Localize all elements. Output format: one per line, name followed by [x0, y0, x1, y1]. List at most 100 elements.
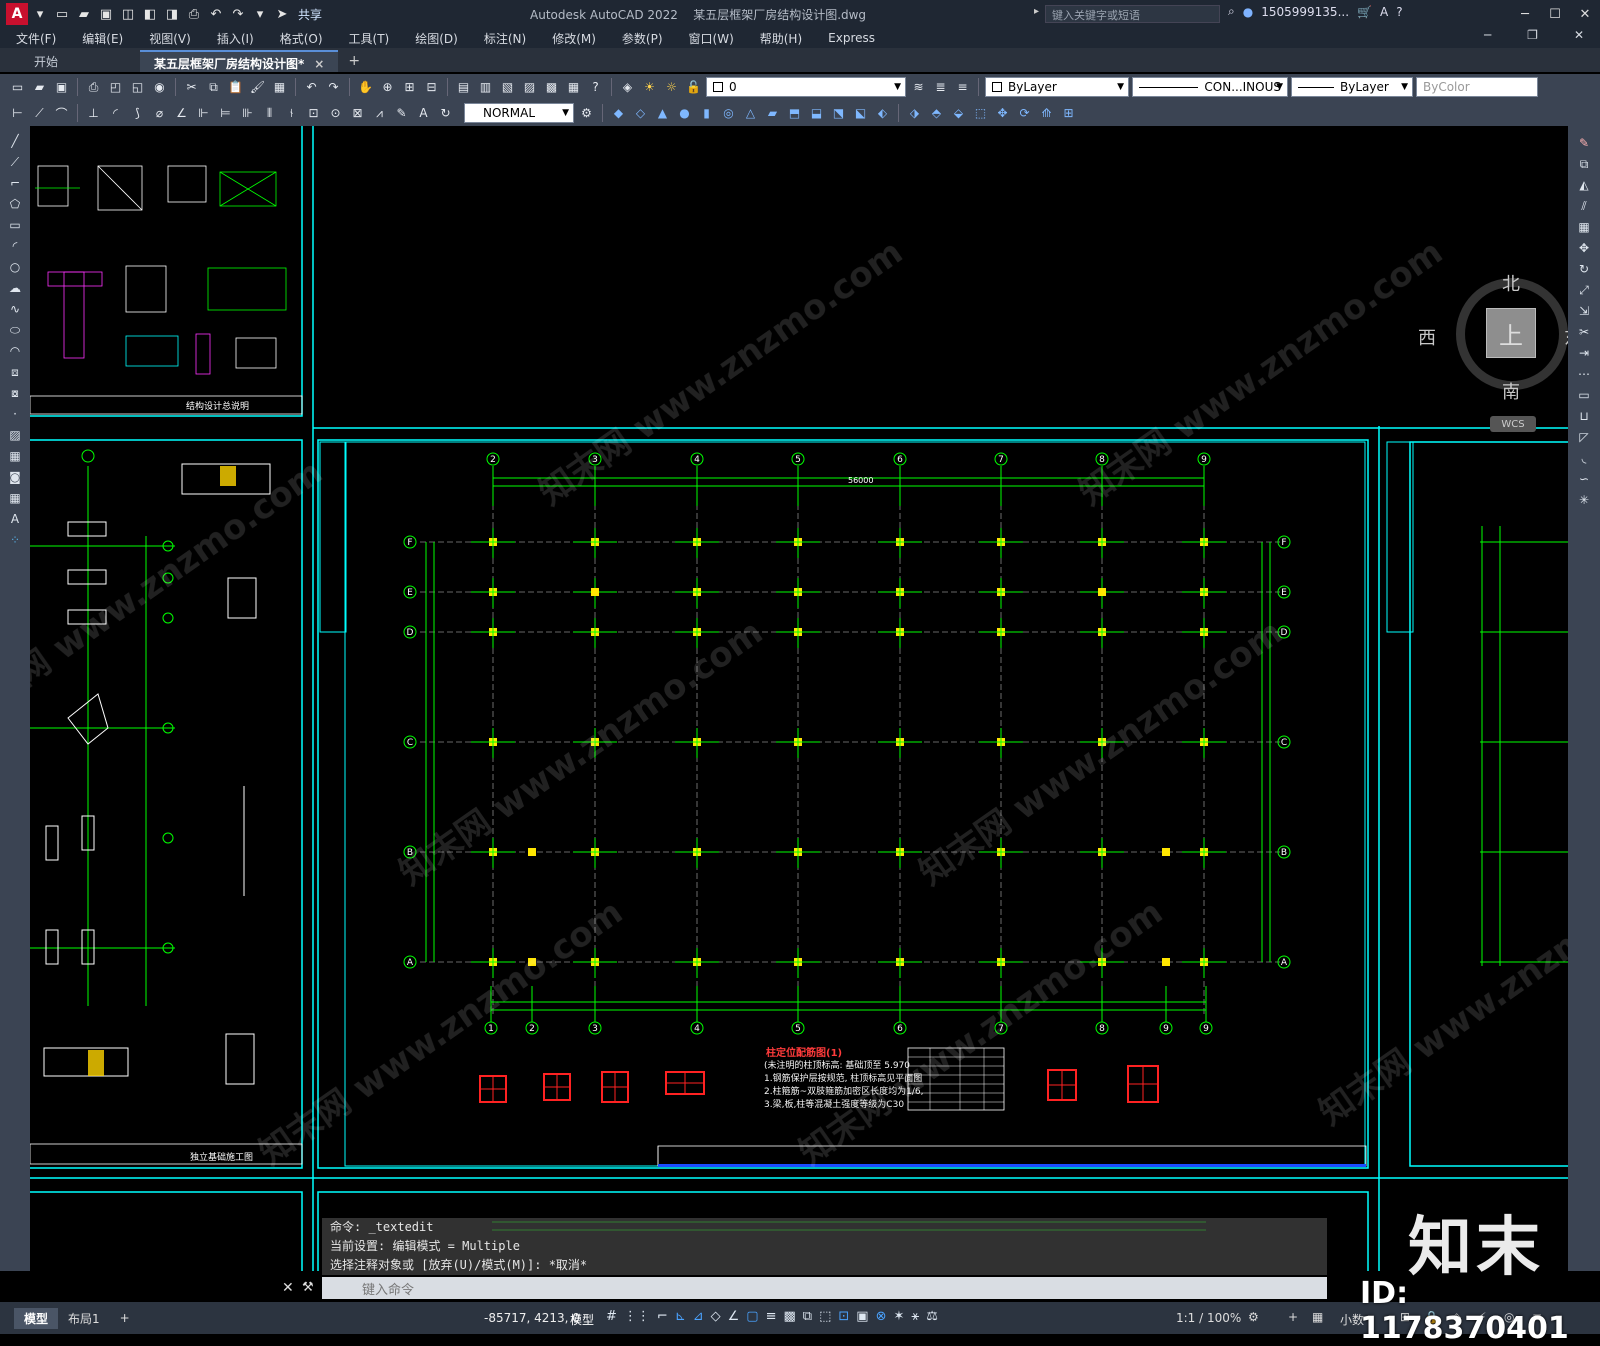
dim-continue-icon[interactable]: ⊪	[238, 104, 257, 123]
plot-preview-icon[interactable]: ◰	[106, 78, 125, 97]
construction-line-icon[interactable]: ⟋	[5, 153, 25, 171]
layer-previous-icon[interactable]: ≡	[953, 78, 972, 97]
gizmo-icon[interactable]: ⊗	[876, 1309, 887, 1324]
transparency-icon[interactable]: ▩	[783, 1309, 795, 1324]
user-name[interactable]: 1505999135...	[1261, 5, 1349, 19]
dim-text-edit-icon[interactable]: A	[414, 104, 433, 123]
revision-cloud-icon[interactable]: ☁	[5, 279, 25, 297]
loft-icon[interactable]: ⬖	[873, 104, 892, 123]
dim-angular-icon[interactable]: ∠	[172, 104, 191, 123]
3d-print-icon[interactable]: ◉	[150, 78, 169, 97]
modeling-wedge-icon[interactable]: ◇	[631, 104, 650, 123]
add-selected-icon[interactable]: ⁘	[5, 531, 25, 549]
paste-icon[interactable]: 📋	[226, 78, 245, 97]
cart-icon[interactable]: 🛒	[1357, 5, 1372, 19]
pan-icon[interactable]: ✋	[356, 78, 375, 97]
dim-space-icon[interactable]: ⫴	[260, 104, 279, 123]
point-icon[interactable]: ·	[5, 405, 25, 423]
menu-modify[interactable]: 修改(M)	[536, 30, 606, 47]
layer-freeze-icon[interactable]: ☼	[662, 78, 681, 97]
intersect-icon[interactable]: ⬙	[949, 104, 968, 123]
union-icon[interactable]: ⬗	[905, 104, 924, 123]
dim-jogged-icon[interactable]: ⟆	[128, 104, 147, 123]
dim-baseline-icon[interactable]: ⊨	[216, 104, 235, 123]
copy-icon[interactable]: ⧉	[204, 78, 223, 97]
menu-view[interactable]: 视图(V)	[133, 30, 201, 47]
blend-curves-icon[interactable]: ∽	[1574, 470, 1594, 488]
region-icon[interactable]: ◙	[5, 468, 25, 486]
snap-icon[interactable]: ⋮⋮	[624, 1309, 650, 1324]
arc-icon[interactable]: ◜	[5, 237, 25, 255]
redo-icon[interactable]: ↷	[324, 78, 343, 97]
cut-icon[interactable]: ✂	[182, 78, 201, 97]
new-tab-button[interactable]: +	[338, 50, 370, 72]
dim-quick-icon[interactable]: ⊩	[194, 104, 213, 123]
selection-filter-icon[interactable]: ▣	[856, 1309, 868, 1324]
ortho-icon[interactable]: ⊾	[675, 1309, 686, 1324]
zoom-window-icon[interactable]: ⊞	[400, 78, 419, 97]
annotation-monitor-icon[interactable]: +	[1288, 1310, 1298, 1324]
drawing-canvas[interactable]: 234567891234567899FFEEDDCCBBAA 知末网 www.z…	[30, 126, 1568, 1271]
menu-window[interactable]: 窗口(W)	[673, 30, 744, 47]
jogged-linear-icon[interactable]: ⩘	[370, 104, 389, 123]
insert-block-icon[interactable]: ⧈	[5, 363, 25, 381]
presspull-icon[interactable]: ⬓	[807, 104, 826, 123]
menu-help[interactable]: 帮助(H)	[744, 30, 812, 47]
help-icon[interactable]: ?	[586, 78, 605, 97]
save-icon[interactable]: ▣	[52, 78, 71, 97]
stretch-icon[interactable]: ⇲	[1574, 302, 1594, 320]
auto-scale-icon[interactable]: ⚹	[911, 1309, 919, 1324]
dim-ordinate-icon[interactable]: ⊥	[84, 104, 103, 123]
tab-model[interactable]: 模型	[14, 1307, 59, 1329]
infer-constraints-icon[interactable]: ⌐	[657, 1309, 668, 1324]
save-web-icon[interactable]: ◨	[162, 4, 182, 24]
extrude-icon[interactable]: ⬒	[785, 104, 804, 123]
layer-current-icon[interactable]: ≋	[909, 78, 928, 97]
tab-layout1[interactable]: 布局1	[58, 1308, 110, 1329]
undo-icon[interactable]: ↶	[206, 4, 226, 24]
modeling-pyramid-icon[interactable]: △	[741, 104, 760, 123]
copy-object-icon[interactable]: ⧉	[1574, 155, 1594, 173]
color-dropdown[interactable]: ByLayer ▼	[985, 77, 1129, 97]
dimstyle-dropdown[interactable]: NORMAL ▼	[464, 103, 574, 123]
menu-format[interactable]: 格式(O)	[264, 30, 333, 47]
tab-start[interactable]: 开始	[0, 50, 140, 72]
dim-diameter-icon[interactable]: ⌀	[150, 104, 169, 123]
grid-icon[interactable]: #	[606, 1309, 617, 1324]
3d-array-icon[interactable]: ⊞	[1059, 104, 1078, 123]
menu-dimension[interactable]: 标注(N)	[468, 30, 536, 47]
dynamic-ucs-icon[interactable]: ⊡	[838, 1309, 849, 1324]
match-properties-icon[interactable]: 🖌	[248, 78, 267, 97]
search-icon[interactable]: ⌕	[1228, 4, 1235, 19]
lineweight-icon[interactable]: ≡	[766, 1309, 777, 1324]
save-as-icon[interactable]: ◫	[118, 4, 138, 24]
polar-tracking-icon[interactable]: ⊿	[693, 1309, 704, 1324]
dim-radius-icon[interactable]: ◜	[106, 104, 125, 123]
publish-icon[interactable]: ◱	[128, 78, 147, 97]
ucs-icon[interactable]: ⬚	[971, 104, 990, 123]
compass-north[interactable]: 北	[1502, 270, 1520, 296]
menu-tools[interactable]: 工具(T)	[333, 30, 400, 47]
viewcube-top-face[interactable]: 上	[1486, 308, 1536, 358]
gradient-icon[interactable]: ▦	[5, 447, 25, 465]
rectangle-icon[interactable]: ▭	[5, 216, 25, 234]
maximize-button[interactable]: ☐	[1540, 0, 1570, 28]
mirror-icon[interactable]: ◭	[1574, 176, 1594, 194]
layer-match-icon[interactable]: ≣	[931, 78, 950, 97]
customize-chevron-icon[interactable]: ▾	[250, 4, 270, 24]
chamfer-icon[interactable]: ◸	[1574, 428, 1594, 446]
erase-icon[interactable]: ✎	[1574, 134, 1594, 152]
new-file-icon[interactable]: ▭	[52, 4, 72, 24]
move-icon[interactable]: ✥	[1574, 239, 1594, 257]
command-input[interactable]: 键入命令	[322, 1277, 1327, 1299]
linetype-dropdown[interactable]: CON...INOUS ▼	[1132, 77, 1288, 97]
markup-icon[interactable]: ▩	[542, 78, 561, 97]
selection-cycling-icon[interactable]: ⧉	[803, 1309, 812, 1324]
break-icon[interactable]: ▭	[1574, 386, 1594, 404]
spline-icon[interactable]: ∿	[5, 300, 25, 318]
dim-break-icon[interactable]: ⫮	[282, 104, 301, 123]
user-icon[interactable]: ●	[1243, 5, 1253, 19]
layer-properties-icon[interactable]: ◈	[618, 78, 637, 97]
doc-minimize-button[interactable]: ─	[1468, 28, 1501, 42]
zoom-realtime-icon[interactable]: ⊕	[378, 78, 397, 97]
